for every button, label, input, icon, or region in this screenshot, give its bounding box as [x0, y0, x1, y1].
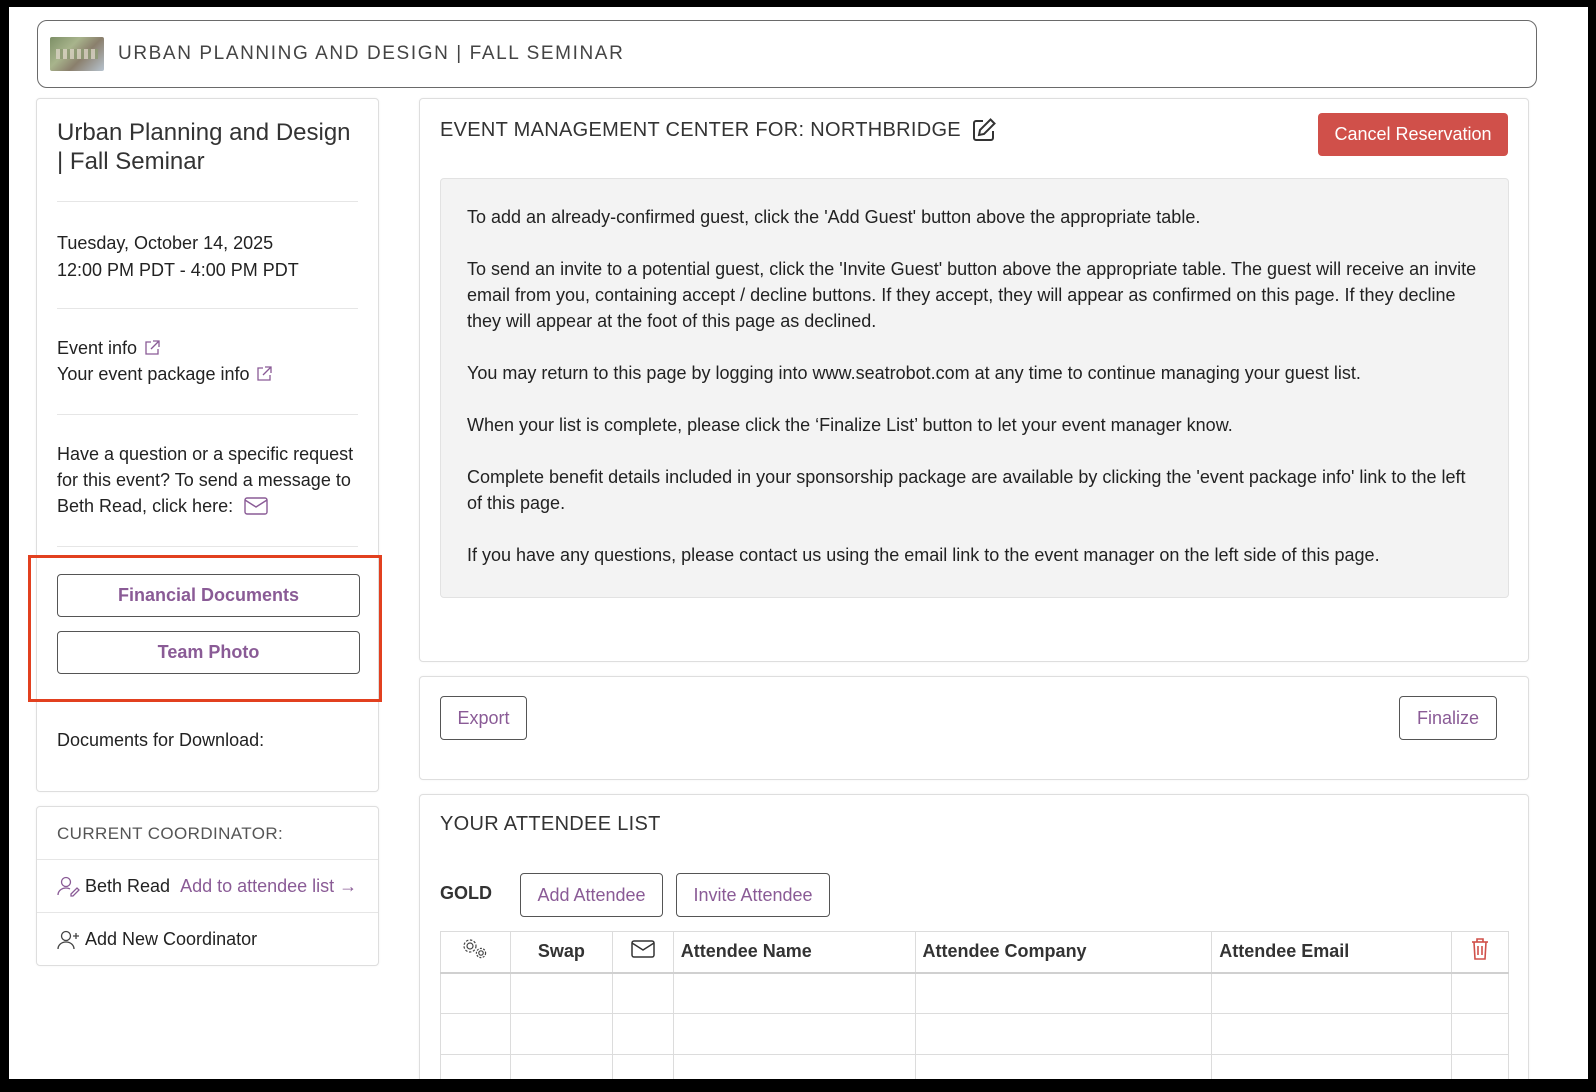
swap-column-header: Swap	[509, 931, 613, 974]
instruction-paragraph: If you have any questions, please contac…	[467, 545, 1380, 565]
table-header-row: Swap Attendee Name Attendee Company Atte…	[440, 931, 1509, 974]
package-info-link[interactable]: Your event package info	[57, 361, 358, 387]
invite-attendee-button[interactable]: Invite Attendee	[676, 873, 830, 917]
instruction-paragraph: When your list is complete, please click…	[467, 415, 1233, 435]
gears-icon	[463, 939, 487, 959]
export-button[interactable]: Export	[440, 696, 527, 740]
event-info-label[interactable]: Event info	[57, 335, 137, 361]
highlight-box	[28, 555, 382, 702]
instruction-paragraph: You may return to this page by logging i…	[467, 363, 1361, 383]
coordinator-name: Beth Read	[85, 875, 171, 896]
event-info-link[interactable]: Event info	[57, 335, 358, 361]
company-column-header: Attendee Company	[914, 931, 1213, 974]
documents-download-label: Documents for Download:	[57, 730, 265, 750]
event-links: Event info Your event package info	[57, 309, 358, 415]
attendee-list-title: YOUR ATTENDEE LIST	[440, 813, 661, 835]
cancel-reservation-button[interactable]: Cancel Reservation	[1318, 113, 1508, 156]
header-bar: URBAN PLANNING AND DESIGN | FALL SEMINAR	[37, 20, 1537, 88]
event-thumbnail	[50, 37, 104, 71]
user-edit-icon	[57, 876, 80, 897]
add-new-coordinator-label[interactable]: Add New Coordinator	[85, 929, 257, 950]
management-title-text: EVENT MANAGEMENT CENTER FOR: NORTHBRIDGE	[440, 118, 961, 141]
event-datetime: Tuesday, October 14, 2025 12:00 PM PDT -…	[57, 202, 358, 309]
instruction-paragraph: To send an invite to a potential guest, …	[467, 259, 1477, 331]
sponsorship-level: GOLD	[440, 883, 492, 903]
management-title: EVENT MANAGEMENT CENTER FOR: NORTHBRIDGE	[440, 117, 997, 143]
instruction-paragraph: To add an already-confirmed guest, click…	[467, 207, 1201, 227]
gears-column-header	[440, 931, 511, 974]
attendee-list-card: YOUR ATTENDEE LIST GOLD Add Attendee Inv…	[419, 794, 1529, 1079]
table-row	[440, 1013, 1509, 1055]
user-plus-icon	[57, 930, 79, 949]
add-to-attendee-list-link[interactable]: Add to attendee list →	[180, 876, 357, 897]
package-info-label[interactable]: Your event package info	[57, 361, 249, 387]
edit-icon[interactable]	[971, 117, 997, 143]
app-window: URBAN PLANNING AND DESIGN | FALL SEMINAR…	[9, 7, 1588, 1079]
coordinator-card: CURRENT COORDINATOR: Beth Read Add to at…	[36, 806, 379, 966]
name-column-header: Attendee Name	[672, 931, 916, 974]
event-title: Urban Planning and Design | Fall Seminar	[57, 99, 358, 202]
instruction-paragraph: Complete benefit details included in you…	[467, 467, 1466, 513]
external-link-icon[interactable]	[143, 339, 161, 357]
finalize-button[interactable]: Finalize	[1399, 696, 1497, 740]
header-title: URBAN PLANNING AND DESIGN | FALL SEMINAR	[118, 43, 625, 64]
event-date: Tuesday, October 14, 2025	[57, 233, 274, 253]
external-link-icon[interactable]	[255, 365, 273, 383]
trash-icon[interactable]	[1470, 937, 1490, 961]
delete-column-header	[1451, 931, 1509, 974]
email-column-header: Attendee Email	[1211, 931, 1452, 974]
attendee-table: Swap Attendee Name Attendee Company Atte…	[440, 931, 1509, 1079]
add-new-coordinator[interactable]: Add New Coordinator	[37, 913, 378, 966]
contact-question: Have a question or a specific request fo…	[57, 415, 358, 547]
instructions-box: To add an already-confirmed guest, click…	[440, 178, 1509, 598]
email-column-icon-header	[611, 931, 674, 974]
envelope-icon[interactable]	[244, 497, 268, 515]
coordinator-row: Beth Read Add to attendee list →	[37, 860, 378, 913]
actions-card: Export Finalize	[419, 676, 1529, 780]
table-row	[440, 1054, 1509, 1079]
coordinator-heading: CURRENT COORDINATOR:	[37, 807, 378, 860]
table-row	[440, 972, 1509, 1014]
add-attendee-button[interactable]: Add Attendee	[520, 873, 663, 917]
question-text: Have a question or a specific request fo…	[57, 444, 354, 516]
event-time: 12:00 PM PDT - 4:00 PM PDT	[57, 260, 299, 280]
management-card: EVENT MANAGEMENT CENTER FOR: NORTHBRIDGE…	[419, 98, 1529, 662]
envelope-icon	[631, 940, 655, 958]
